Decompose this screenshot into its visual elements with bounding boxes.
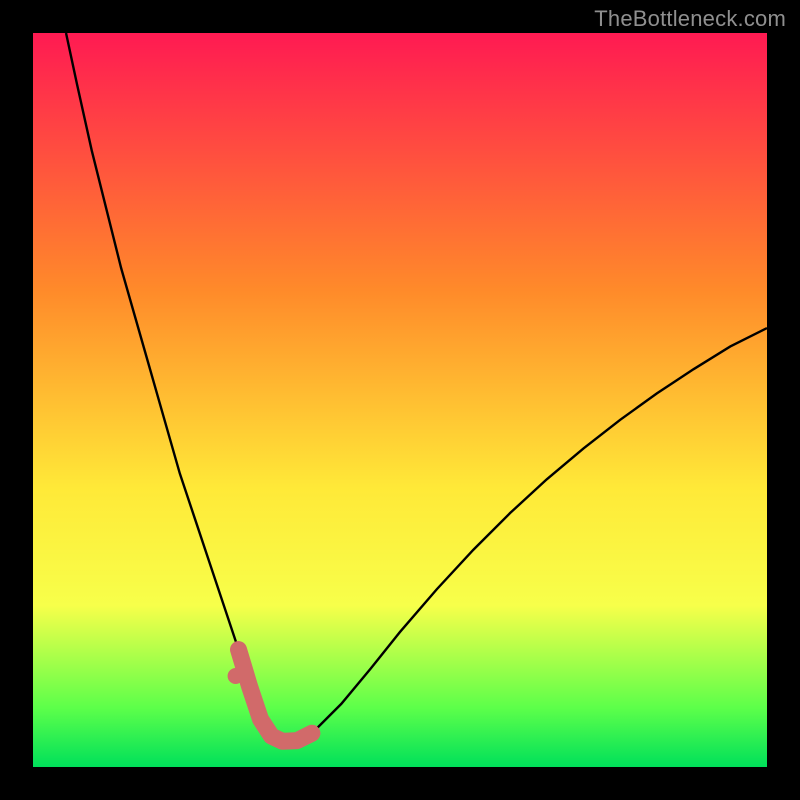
watermark-text: TheBottleneck.com [594,6,786,32]
gradient-background [33,33,767,767]
highlight-dot [228,668,244,684]
chart-stage: TheBottleneck.com [0,0,800,800]
bottleneck-chart [33,33,767,767]
